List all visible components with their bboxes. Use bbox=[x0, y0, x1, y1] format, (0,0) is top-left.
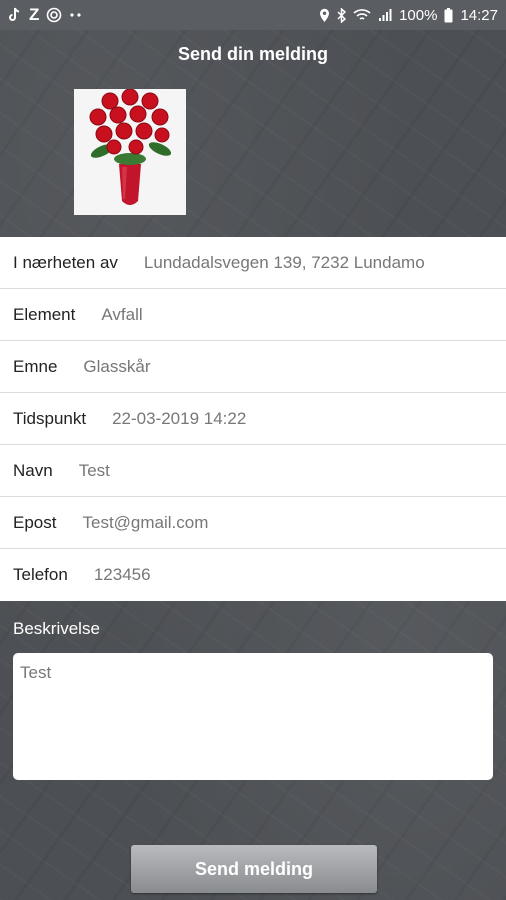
field-label: Epost bbox=[13, 512, 57, 532]
field-label: Emne bbox=[13, 356, 58, 376]
more-dots-icon bbox=[69, 12, 83, 18]
field-name[interactable]: Navn Test bbox=[0, 445, 506, 497]
roses-photo-icon bbox=[74, 89, 186, 215]
field-value[interactable]: 123456 bbox=[94, 565, 151, 585]
field-value[interactable]: Avfall bbox=[101, 305, 142, 325]
field-value[interactable]: Glasskår bbox=[83, 357, 150, 377]
battery-icon bbox=[444, 7, 453, 23]
field-email[interactable]: Epost Test@gmail.com bbox=[0, 497, 506, 549]
page-title: Send din melding bbox=[177, 44, 328, 64]
battery-percent: 100% bbox=[399, 6, 438, 24]
field-label: Telefon bbox=[13, 565, 68, 584]
field-value[interactable]: Test bbox=[79, 461, 110, 481]
field-element[interactable]: Element Avfall bbox=[0, 289, 506, 341]
send-button[interactable]: Send melding bbox=[131, 845, 377, 893]
field-label: I nærheten av bbox=[13, 252, 118, 272]
field-time[interactable]: Tidspunkt 22-03-2019 14:22 bbox=[0, 393, 506, 445]
field-value[interactable]: 22-03-2019 14:22 bbox=[112, 409, 246, 429]
tiktok-icon bbox=[8, 7, 22, 23]
clock: 14:27 bbox=[460, 6, 498, 24]
description-textarea[interactable]: Test bbox=[13, 653, 493, 780]
field-value[interactable]: Lundadalsvegen 139, 7232 Lundamo bbox=[144, 253, 425, 273]
bluetooth-icon bbox=[337, 7, 347, 23]
field-label: Tidspunkt bbox=[13, 408, 87, 428]
signal-icon bbox=[378, 8, 392, 22]
field-location[interactable]: I nærheten av Lundadalsvegen 139, 7232 L… bbox=[0, 237, 506, 289]
wifi-icon bbox=[353, 8, 371, 22]
report-form: I nærheten av Lundadalsvegen 139, 7232 L… bbox=[0, 237, 506, 601]
z-app-icon: Z bbox=[29, 5, 40, 24]
description-label: Beskrivelse bbox=[13, 619, 100, 638]
cast-icon bbox=[46, 7, 62, 23]
field-phone[interactable]: Telefon 123456 bbox=[0, 549, 506, 601]
field-label: Element bbox=[13, 304, 76, 324]
attached-photo[interactable] bbox=[74, 89, 186, 215]
field-subject[interactable]: Emne Glasskår bbox=[0, 341, 506, 393]
location-icon bbox=[319, 8, 330, 23]
field-value[interactable]: Test@gmail.com bbox=[82, 513, 208, 533]
field-label: Navn bbox=[13, 460, 53, 480]
status-bar: Z 100% 14:27 bbox=[0, 0, 506, 30]
